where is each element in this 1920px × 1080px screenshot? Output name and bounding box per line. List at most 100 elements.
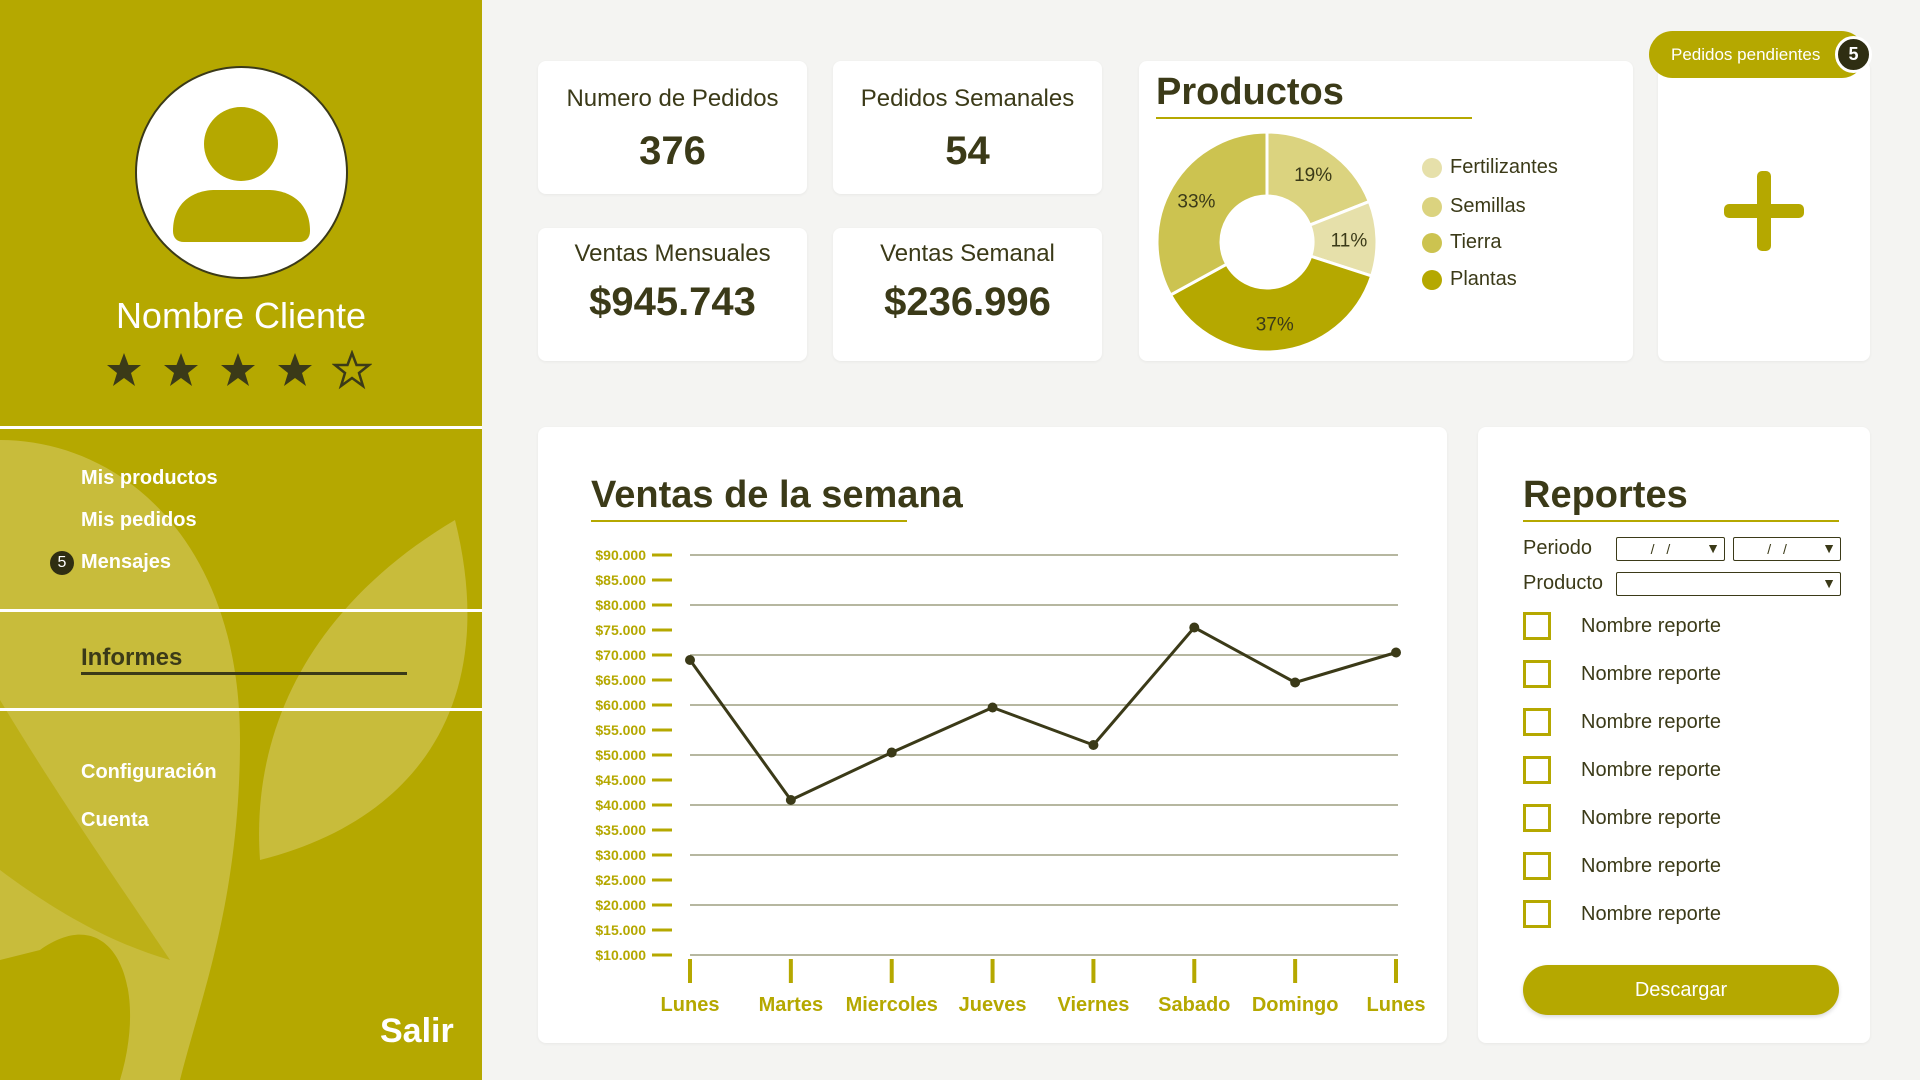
- stat-value: 376: [639, 129, 706, 173]
- add-card[interactable]: [1658, 61, 1870, 361]
- legend-label: Fertilizantes: [1450, 156, 1558, 178]
- rating-stars: [104, 350, 372, 390]
- y-tick-label: $50.000: [595, 747, 646, 763]
- legend-item: Semillas: [1422, 195, 1526, 218]
- nav-cuenta[interactable]: Cuenta: [81, 809, 149, 832]
- sidebar: Nombre Cliente Mis productos Mis pedidos…: [0, 0, 482, 1080]
- report-option[interactable]: Nombre reporte: [1523, 708, 1721, 736]
- report-option[interactable]: Nombre reporte: [1523, 756, 1721, 784]
- nav-mis-productos[interactable]: Mis productos: [81, 467, 218, 490]
- star-filled-icon: [164, 353, 198, 386]
- period-end-select[interactable]: / / ▼: [1733, 537, 1841, 561]
- download-button[interactable]: Descargar: [1523, 965, 1839, 1015]
- sidebar-divider: [0, 426, 482, 429]
- data-point: [1391, 647, 1401, 658]
- report-option[interactable]: Nombre reporte: [1523, 804, 1721, 832]
- period-label: Periodo: [1523, 537, 1592, 559]
- report-checkbox[interactable]: [1523, 804, 1551, 832]
- y-tick-label: $75.000: [595, 622, 646, 638]
- star-filled-icon: [107, 353, 141, 386]
- weekly-sales-line-chart: $10.000 $15.000 $20.000 $25.000 $30.000 $35.0…: [595, 547, 1425, 1016]
- report-option[interactable]: Nombre reporte: [1523, 852, 1721, 880]
- stat-card-weekly-sales: Ventas Semanal $236.996: [833, 228, 1102, 361]
- legend-swatch: [1422, 269, 1442, 290]
- dropdown-arrow-icon: ▼: [1822, 575, 1836, 591]
- donut-slice-label: 37%: [1256, 315, 1294, 336]
- reports-title: Reportes: [1523, 474, 1688, 516]
- data-point: [987, 702, 998, 713]
- y-tick-label: $70.000: [595, 647, 646, 663]
- star-filled-icon: [221, 353, 255, 386]
- star-outline-icon: [332, 350, 372, 390]
- x-tick-label: Lunes: [661, 994, 720, 1016]
- stat-label: Pedidos Semanales: [860, 85, 1075, 112]
- y-tick-label: $10.000: [595, 947, 646, 963]
- y-tick-label: $35.000: [595, 822, 646, 838]
- nav-informes[interactable]: Informes: [81, 644, 182, 672]
- stat-card-monthly-sales: Ventas Mensuales $945.743: [538, 228, 807, 361]
- report-checkbox[interactable]: [1523, 900, 1551, 928]
- legend-item: Fertilizantes: [1422, 156, 1558, 179]
- sales-line: [688, 626, 1397, 802]
- date-placeholder: / /: [1767, 541, 1791, 557]
- products-donut-chart: 19% 11% 37% 33%: [1155, 130, 1379, 354]
- report-option[interactable]: Nombre reporte: [1523, 660, 1721, 688]
- nav-mis-pedidos[interactable]: Mis pedidos: [81, 509, 197, 532]
- legend-swatch: [1422, 196, 1442, 217]
- x-tick-label: Domingo: [1252, 994, 1339, 1016]
- x-tick-label: Miercoles: [846, 994, 938, 1016]
- legend-item: Plantas: [1422, 268, 1517, 291]
- nav-configuracion[interactable]: Configuración: [81, 761, 217, 784]
- legend-label: Semillas: [1450, 195, 1526, 217]
- report-checkbox[interactable]: [1523, 852, 1551, 880]
- y-tick-label: $20.000: [595, 897, 646, 913]
- report-label: Nombre reporte: [1581, 758, 1722, 781]
- data-point: [1189, 622, 1200, 633]
- logout-button[interactable]: Salir: [380, 1012, 454, 1051]
- report-label: Nombre reporte: [1581, 662, 1722, 685]
- weekly-sales-card: Ventas de la semana $10.000 $15.000 $20.00…: [538, 427, 1447, 1043]
- report-label: Nombre reporte: [1581, 854, 1722, 877]
- report-checkbox[interactable]: [1523, 708, 1551, 736]
- y-tick-label: $45.000: [595, 772, 646, 788]
- sidebar-divider: [0, 708, 482, 711]
- y-tick-label: $25.000: [595, 872, 646, 888]
- date-placeholder: / /: [1650, 541, 1675, 557]
- y-tick-label: $30.000: [595, 847, 646, 863]
- report-option[interactable]: Nombre reporte: [1523, 612, 1721, 640]
- star-filled-icon: [278, 353, 312, 386]
- user-icon: [173, 107, 310, 242]
- y-tick-label: $80.000: [595, 597, 646, 613]
- client-name: Nombre Cliente: [115, 295, 367, 336]
- legend-label: Tierra: [1450, 231, 1502, 253]
- data-point: [685, 655, 695, 665]
- title-underline: [1156, 117, 1472, 119]
- x-tick-label: Martes: [759, 994, 823, 1016]
- report-label: Nombre reporte: [1581, 806, 1722, 829]
- dropdown-arrow-icon: ▼: [1706, 540, 1720, 556]
- legend-swatch: [1422, 157, 1442, 178]
- report-checkbox[interactable]: [1523, 612, 1551, 640]
- donut-slice: [1155, 130, 1269, 298]
- report-checkbox[interactable]: [1523, 756, 1551, 784]
- legend-label: Plantas: [1450, 268, 1517, 290]
- stat-label: Ventas Semanal: [880, 240, 1055, 267]
- stat-value: $945.743: [589, 280, 756, 324]
- y-tick-label: $55.000: [595, 722, 646, 738]
- stat-value: 54: [945, 129, 990, 173]
- pending-orders-button[interactable]: Pedidos pendientes: [1649, 31, 1865, 78]
- dropdown-arrow-icon: ▼: [1822, 540, 1836, 556]
- report-label: Nombre reporte: [1581, 614, 1722, 637]
- donut-slice-label: 33%: [1177, 191, 1215, 212]
- nav-mensajes[interactable]: Mensajes: [81, 551, 171, 574]
- report-checkbox[interactable]: [1523, 660, 1551, 688]
- products-title: Productos: [1156, 71, 1344, 113]
- product-select[interactable]: ▼: [1616, 572, 1841, 596]
- report-label: Nombre reporte: [1581, 902, 1722, 925]
- period-start-select[interactable]: / / ▼: [1616, 537, 1725, 561]
- data-point: [785, 795, 796, 805]
- y-tick-label: $85.000: [595, 572, 646, 588]
- avatar[interactable]: [135, 66, 348, 279]
- donut-slice-label: 11%: [1331, 230, 1368, 251]
- report-option[interactable]: Nombre reporte: [1523, 900, 1721, 928]
